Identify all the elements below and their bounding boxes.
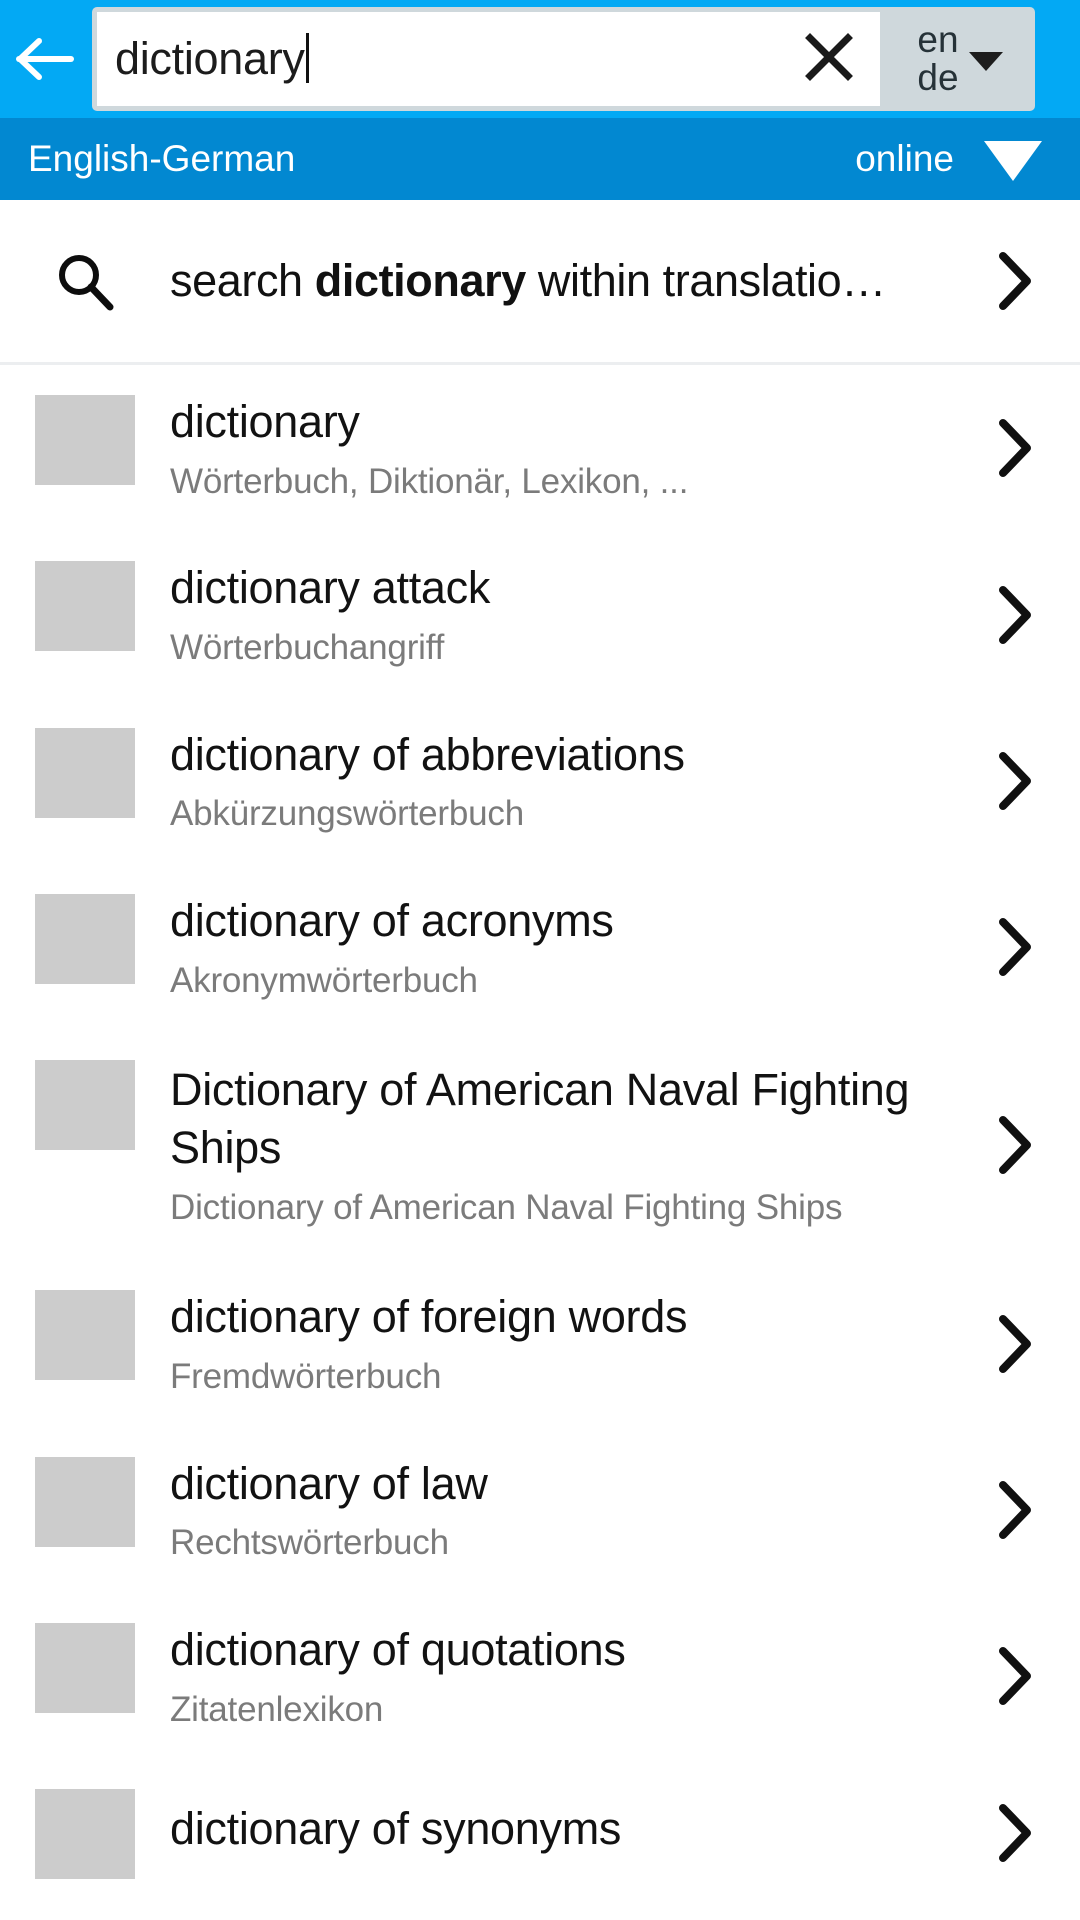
result-subtitle: Abkürzungswörterbuch xyxy=(170,794,524,834)
image-placeholder xyxy=(35,395,135,485)
connection-status[interactable]: online xyxy=(855,131,1044,188)
result-thumbnail-cell xyxy=(0,393,170,503)
result-title: dictionary of synonyms xyxy=(170,1803,622,1855)
chevron-right-icon xyxy=(980,1621,1050,1731)
table-row[interactable]: dictionary of synonyms xyxy=(0,1759,1080,1907)
online-status-label: online xyxy=(855,138,954,179)
result-title: Dictionary of American Naval Fighting Sh… xyxy=(170,1064,910,1173)
table-row[interactable]: dictionary of abbreviations Abkürzungswö… xyxy=(0,698,1080,864)
result-text: dictionary of law Rechtswörterbuch xyxy=(170,1455,980,1565)
search-input-value-wrap: dictionary xyxy=(115,33,792,85)
top-toolbar: dictionary en de xyxy=(0,0,1080,118)
result-text: dictionary of foreign words Fremdwörterb… xyxy=(170,1288,980,1398)
search-within-prefix: search xyxy=(170,255,315,306)
result-subtitle: Rechtswörterbuch xyxy=(170,1523,449,1563)
language-target: de xyxy=(917,57,959,98)
result-text: dictionary Wörterbuch, Diktionär, Lexiko… xyxy=(170,393,980,503)
result-title: dictionary xyxy=(170,396,360,447)
caret-down-icon xyxy=(968,51,1003,71)
result-text: dictionary of acronyms Akronymwörterbuch xyxy=(170,892,980,1002)
result-text: dictionary of synonyms xyxy=(170,1787,980,1879)
result-title: dictionary of quotations xyxy=(170,1624,626,1676)
result-thumbnail-cell xyxy=(0,1058,170,1232)
image-placeholder xyxy=(35,1789,135,1880)
chevron-right-icon xyxy=(980,726,1050,836)
result-title: dictionary of foreign words xyxy=(170,1291,688,1343)
image-placeholder xyxy=(35,1290,135,1381)
image-placeholder xyxy=(35,1623,135,1714)
table-row[interactable]: dictionary attack Wörterbuchangriff xyxy=(0,531,1080,697)
language-pair-selector[interactable]: en de xyxy=(880,12,1030,106)
search-bar: dictionary en de xyxy=(92,7,1035,111)
chevron-right-icon xyxy=(980,559,1050,669)
image-placeholder xyxy=(35,1456,135,1547)
result-thumbnail-cell xyxy=(0,1787,170,1880)
result-subtitle: Zitatenlexikon xyxy=(170,1689,384,1729)
search-within-suffix: within translatio… xyxy=(525,255,886,306)
back-button[interactable] xyxy=(0,0,92,118)
search-input-value: dictionary xyxy=(115,33,305,84)
chevron-right-icon xyxy=(980,393,1050,503)
table-row[interactable]: dictionary of acronyms Akronymwörterbuch xyxy=(0,864,1080,1030)
chevron-right-icon xyxy=(980,250,1050,312)
table-row[interactable]: dictionary Wörterbuch, Diktionär, Lexiko… xyxy=(0,365,1080,531)
search-input[interactable]: dictionary xyxy=(97,12,880,106)
image-placeholder xyxy=(35,1060,135,1151)
result-thumbnail-cell xyxy=(0,559,170,669)
search-within-translations-row[interactable]: search dictionary within translatio… xyxy=(0,200,1080,365)
result-subtitle: Akronymwörterbuch xyxy=(170,960,478,1000)
result-text: dictionary of abbreviations Abkürzungswö… xyxy=(170,726,980,836)
result-subtitle: Fremdwörterbuch xyxy=(170,1356,442,1396)
chevron-right-icon xyxy=(980,1455,1050,1565)
result-title: dictionary of abbreviations xyxy=(170,728,685,780)
table-row[interactable]: dictionary of foreign words Fremdwörterb… xyxy=(0,1260,1080,1426)
result-title: dictionary of acronyms xyxy=(170,895,614,947)
language-codes: en de xyxy=(917,21,958,96)
table-row[interactable]: dictionary of quotations Zitatenlexikon xyxy=(0,1593,1080,1759)
image-placeholder xyxy=(35,561,135,652)
chevron-right-icon xyxy=(980,1288,1050,1398)
chevron-right-icon xyxy=(980,1787,1050,1879)
image-placeholder xyxy=(35,894,135,985)
chevron-right-icon xyxy=(980,1058,1050,1232)
dictionary-pair-label: English-German xyxy=(28,138,296,179)
language-source: en xyxy=(917,19,959,61)
result-subtitle: Wörterbuchangriff xyxy=(170,627,445,667)
image-placeholder xyxy=(35,727,135,818)
close-icon xyxy=(802,30,856,89)
arrow-left-icon xyxy=(15,33,77,85)
result-subtitle: Wörterbuch, Diktionär, Lexikon, ... xyxy=(170,461,689,501)
table-row[interactable]: Dictionary of American Naval Fighting Sh… xyxy=(0,1030,1080,1260)
search-within-label: search dictionary within translatio… xyxy=(170,255,980,307)
result-subtitle: Dictionary of American Naval Fighting Sh… xyxy=(170,1187,843,1227)
wifi-icon xyxy=(982,131,1044,188)
result-title: dictionary of law xyxy=(170,1457,488,1509)
result-text: Dictionary of American Naval Fighting Sh… xyxy=(170,1058,980,1232)
table-row[interactable]: dictionary of law Rechtswörterbuch xyxy=(0,1427,1080,1593)
result-text: dictionary of quotations Zitatenlexikon xyxy=(170,1621,980,1731)
result-text: dictionary attack Wörterbuchangriff xyxy=(170,559,980,669)
result-title: dictionary attack xyxy=(170,562,491,614)
result-thumbnail-cell xyxy=(0,1621,170,1731)
result-thumbnail-cell xyxy=(0,1455,170,1565)
result-thumbnail-cell xyxy=(0,726,170,836)
search-within-term: dictionary xyxy=(314,255,526,306)
results-list: dictionary Wörterbuch, Diktionär, Lexiko… xyxy=(0,365,1080,1908)
dictionary-status-bar: English-German online xyxy=(0,118,1080,200)
chevron-right-icon xyxy=(980,892,1050,1002)
result-thumbnail-cell xyxy=(0,892,170,1002)
text-cursor xyxy=(305,33,309,83)
search-icon xyxy=(0,249,170,313)
result-thumbnail-cell xyxy=(0,1288,170,1398)
clear-search-button[interactable] xyxy=(792,30,866,89)
